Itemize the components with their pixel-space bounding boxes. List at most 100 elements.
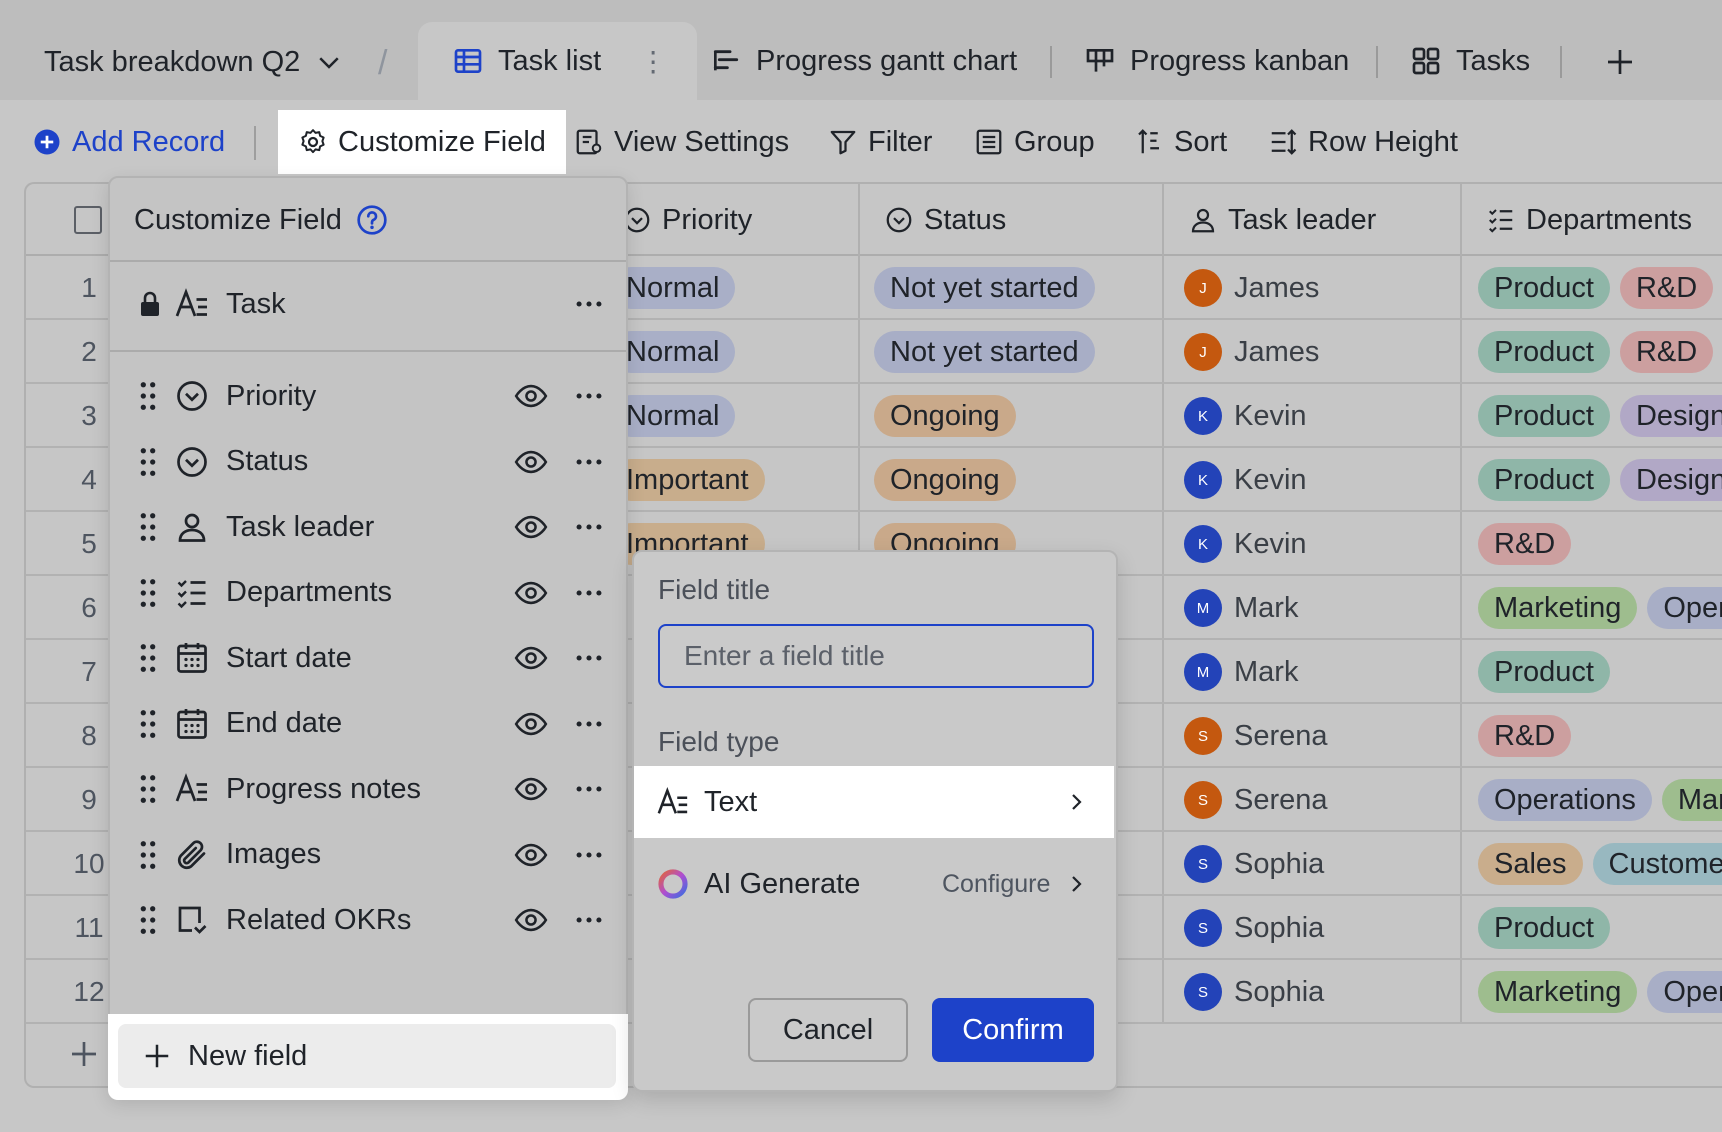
departments-cell[interactable]: MarketingOperations [1478, 960, 1722, 1024]
eye-icon[interactable] [514, 576, 548, 610]
departments-cell[interactable]: R&D [1478, 512, 1572, 576]
task-leader-cell[interactable]: M Mark [1184, 576, 1298, 640]
departments-cell[interactable]: Product Design [1478, 384, 1722, 448]
status-cell[interactable]: Ongoing [874, 448, 1016, 512]
add-row-button[interactable] [54, 1024, 114, 1084]
field-item-end-date[interactable]: End date [110, 688, 626, 760]
departments-cell[interactable]: MarketingOperations [1478, 576, 1722, 640]
drag-handle-icon[interactable] [138, 447, 158, 477]
more-icon[interactable] [572, 707, 606, 741]
add-record-button[interactable]: Add Record [32, 110, 225, 174]
more-icon[interactable] [572, 641, 606, 675]
field-item-priority[interactable]: Priority [110, 360, 626, 432]
more-icon[interactable] [572, 576, 606, 610]
column-header-priority[interactable]: Priority [610, 184, 752, 256]
cancel-button[interactable]: Cancel [748, 998, 908, 1062]
more-icon[interactable] [572, 510, 606, 544]
task-leader-cell[interactable]: K Kevin [1184, 448, 1307, 512]
add-view-button[interactable] [1598, 40, 1642, 84]
drag-handle-icon[interactable] [138, 512, 158, 542]
status-cell[interactable]: Not yet started [874, 256, 1095, 320]
drag-handle-icon[interactable] [138, 709, 158, 739]
departments-cell[interactable]: Product [1478, 640, 1610, 704]
drag-handle-icon[interactable] [138, 905, 158, 935]
priority-cell[interactable]: Normal [610, 384, 736, 448]
eye-icon[interactable] [514, 707, 548, 741]
departments-cell[interactable]: Product [1478, 896, 1610, 960]
task-leader-cell[interactable]: S Sophia [1184, 832, 1324, 896]
priority-cell[interactable]: Normal [610, 320, 736, 384]
field-title-input[interactable] [658, 624, 1094, 688]
eye-icon[interactable] [514, 379, 548, 413]
drag-handle-icon[interactable] [138, 840, 158, 870]
field-item-start-date[interactable]: Start date [110, 622, 626, 694]
tab-more-icon[interactable]: ⋮ [639, 45, 667, 78]
column-header-task-leader[interactable]: Task leader [1176, 184, 1376, 256]
task-leader-cell[interactable]: J James [1184, 256, 1319, 320]
departments-cell[interactable]: R&D [1478, 704, 1572, 768]
departments-cell[interactable]: Product Design [1478, 448, 1722, 512]
task-leader-cell[interactable]: S Sophia [1184, 960, 1324, 1024]
drag-handle-icon[interactable] [138, 578, 158, 608]
field-item-images[interactable]: Images [110, 819, 626, 891]
eye-icon[interactable] [514, 445, 548, 479]
eye-icon[interactable] [514, 838, 548, 872]
tab-task-list[interactable]: Task list ⋮ [418, 22, 698, 100]
field-item-task-leader[interactable]: Task leader [110, 491, 626, 563]
task-leader-cell[interactable]: K Kevin [1184, 384, 1307, 448]
departments-cell[interactable]: Product R&D [1478, 256, 1714, 320]
task-leader-cell[interactable]: S Serena [1184, 704, 1328, 768]
field-item-departments[interactable]: Departments [110, 557, 626, 629]
row-height-button[interactable]: Row Height [1268, 110, 1458, 174]
field-item-status[interactable]: Status [110, 426, 626, 498]
eye-icon[interactable] [514, 903, 548, 937]
field-item-related-okrs[interactable]: Related OKRs [110, 884, 626, 956]
status-cell[interactable]: Not yet started [874, 320, 1095, 384]
eye-icon[interactable] [514, 641, 548, 675]
drag-handle-icon[interactable] [138, 381, 158, 411]
task-leader-cell[interactable]: J James [1184, 320, 1319, 384]
filter-button[interactable]: Filter [828, 110, 932, 174]
more-icon[interactable] [572, 287, 606, 321]
view-settings-button[interactable]: View Settings [574, 110, 789, 174]
group-button[interactable]: Group [974, 110, 1095, 174]
ai-generate-option[interactable]: AI Generate Configure [634, 848, 1116, 920]
more-icon[interactable] [572, 903, 606, 937]
more-icon[interactable] [572, 772, 606, 806]
task-leader-cell[interactable]: K Kevin [1184, 512, 1307, 576]
eye-icon[interactable] [514, 510, 548, 544]
eye-icon[interactable] [514, 772, 548, 806]
base-title-dropdown[interactable]: Task breakdown Q2 [44, 40, 344, 84]
sort-button[interactable]: Sort [1134, 110, 1227, 174]
task-leader-cell[interactable]: M Mark [1184, 640, 1298, 704]
tab-tasks[interactable]: Tasks [1410, 22, 1530, 100]
field-item-progress-notes[interactable]: Progress notes [110, 753, 626, 825]
drag-handle-icon[interactable] [138, 774, 158, 804]
more-icon[interactable] [572, 379, 606, 413]
task-leader-cell[interactable]: S Serena [1184, 768, 1328, 832]
task-leader-cell[interactable]: S Sophia [1184, 896, 1324, 960]
field-type-select-text[interactable]: Text [634, 766, 1114, 838]
row-height-icon [1271, 129, 1297, 155]
priority-cell[interactable]: Normal [610, 256, 736, 320]
column-header-departments[interactable]: Departments [1474, 184, 1692, 256]
field-item-task[interactable]: Task [110, 268, 626, 340]
grid-table-icon [454, 49, 482, 73]
confirm-button[interactable]: Confirm [932, 998, 1094, 1062]
status-cell[interactable]: Ongoing [874, 384, 1016, 448]
configure-link[interactable]: Configure [942, 870, 1050, 899]
departments-cell[interactable]: Product R&D [1478, 320, 1714, 384]
drag-handle-icon[interactable] [138, 643, 158, 673]
departments-cell[interactable]: Sales Customer [1478, 832, 1722, 896]
priority-cell[interactable]: Important [610, 448, 765, 512]
customize-field-button[interactable]: Customize Field [278, 110, 566, 174]
select-all-checkbox[interactable] [74, 206, 102, 234]
more-icon[interactable] [572, 445, 606, 479]
tab-progress-kanban[interactable]: Progress kanban [1084, 22, 1349, 100]
new-field-button[interactable]: New field [118, 1024, 616, 1088]
departments-cell[interactable]: OperationsMarketing [1478, 768, 1722, 832]
help-icon[interactable] [356, 204, 388, 236]
column-header-status[interactable]: Status [872, 184, 1006, 256]
more-icon[interactable] [572, 838, 606, 872]
tab-progress-gantt-chart[interactable]: Progress gantt chart [710, 22, 1017, 100]
